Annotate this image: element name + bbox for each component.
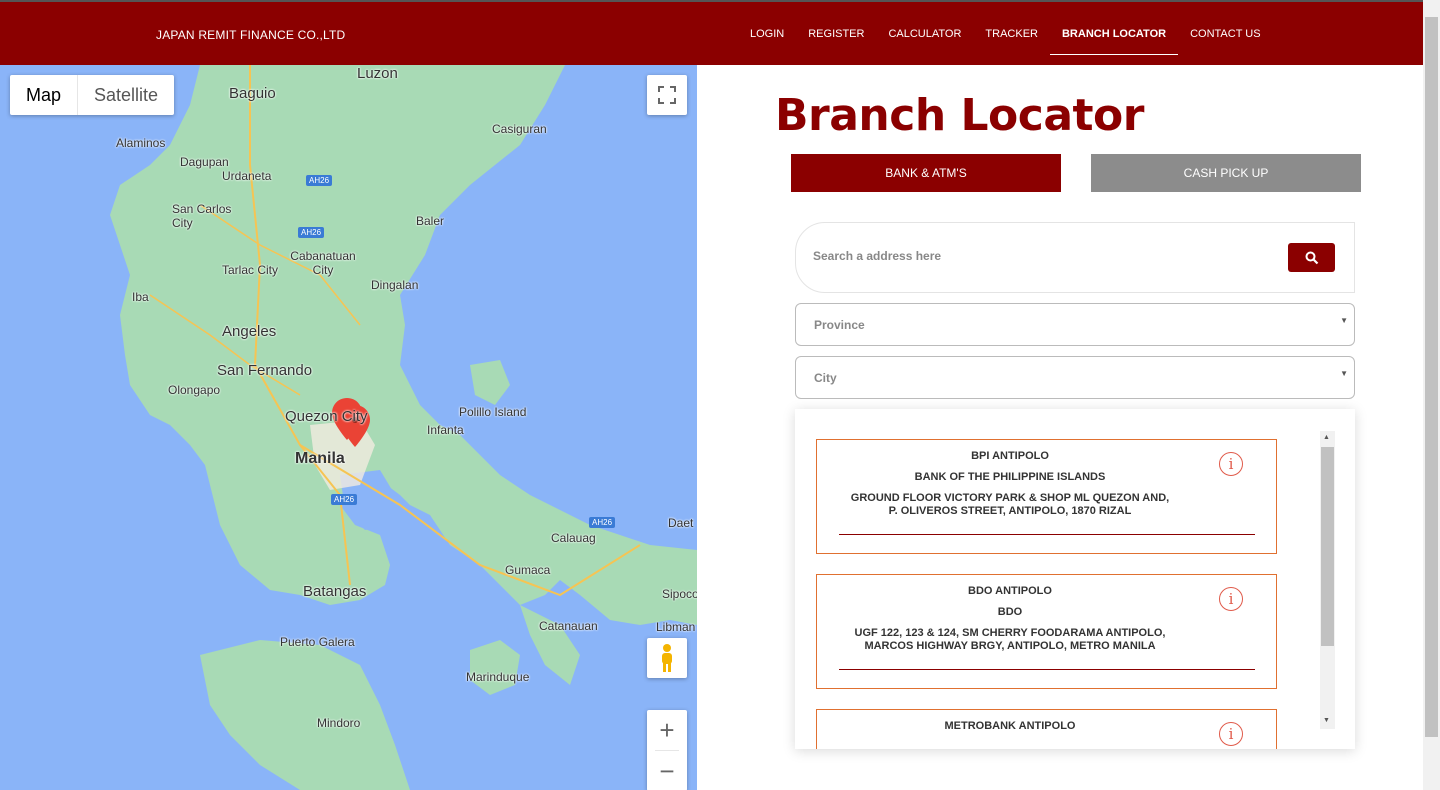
province-select[interactable]: Province ▼ bbox=[795, 303, 1355, 346]
map-label: Puerto Galera bbox=[280, 635, 355, 649]
card-divider bbox=[839, 669, 1255, 670]
branch-name: BPI ANTIPOLO bbox=[971, 450, 1049, 462]
map-label: Libman bbox=[656, 620, 696, 634]
map-label: Polillo Island bbox=[459, 405, 527, 419]
branch-card[interactable]: BDO ANTIPOLO BDO UGF 122, 123 & 124, SM … bbox=[816, 574, 1277, 689]
map-label: Mindoro bbox=[317, 716, 361, 730]
fullscreen-icon bbox=[658, 86, 676, 104]
map-label: Casiguran bbox=[492, 122, 547, 136]
city-placeholder: City bbox=[814, 370, 837, 385]
map-label: Sipoco bbox=[662, 587, 697, 601]
page-scroll-thumb[interactable] bbox=[1425, 17, 1438, 737]
map-label: Baler bbox=[416, 214, 445, 228]
search-button[interactable] bbox=[1288, 243, 1335, 272]
road-badge: AH26 bbox=[306, 175, 333, 186]
road-badge: AH26 bbox=[331, 494, 358, 505]
branch-bank: BDO bbox=[997, 606, 1023, 618]
branch-name: BDO ANTIPOLO bbox=[968, 585, 1052, 597]
nav-contact-us[interactable]: CONTACT US bbox=[1178, 2, 1273, 65]
card-divider bbox=[839, 534, 1255, 535]
road-badge: AH26 bbox=[298, 227, 325, 238]
branch-address-line2: P. OLIVEROS STREET, ANTIPOLO, 1870 RIZAL bbox=[888, 505, 1132, 517]
search-container bbox=[795, 222, 1355, 293]
zoom-control: + − bbox=[647, 710, 687, 790]
nav-register[interactable]: REGISTER bbox=[796, 2, 876, 65]
info-icon[interactable]: i bbox=[1219, 722, 1243, 746]
map-label: Angeles bbox=[222, 323, 277, 340]
pegman-icon bbox=[662, 644, 672, 672]
branch-results-list[interactable]: BPI ANTIPOLO BANK OF THE PHILIPPINE ISLA… bbox=[795, 409, 1355, 749]
map-label: Manila bbox=[295, 450, 345, 467]
nav-links: LOGIN REGISTER CALCULATOR TRACKER BRANCH… bbox=[738, 2, 1273, 65]
branch-card[interactable]: BPI ANTIPOLO BANK OF THE PHILIPPINE ISLA… bbox=[816, 439, 1277, 554]
top-navbar: JAPAN REMIT FINANCE CO.,LTD LOGIN REGIST… bbox=[0, 0, 1423, 65]
branch-name: METROBANK ANTIPOLO bbox=[944, 720, 1076, 732]
map-label: Batangas bbox=[303, 583, 367, 600]
page-scrollbar[interactable] bbox=[1423, 0, 1440, 790]
scroll-up-icon[interactable]: ▲ bbox=[1323, 434, 1330, 441]
branch-address-line2: MARCOS HIGHWAY BRGY, ANTIPOLO, METRO MAN… bbox=[864, 640, 1156, 652]
map-label: Dagupan bbox=[180, 155, 229, 169]
map-label: Infanta bbox=[427, 423, 464, 437]
zoom-in-button[interactable]: + bbox=[647, 710, 687, 750]
branch-card[interactable]: METROBANK ANTIPOLO i bbox=[816, 709, 1277, 749]
map-type-satellite[interactable]: Satellite bbox=[78, 75, 174, 115]
map-label: Alaminos bbox=[116, 136, 166, 150]
nav-calculator[interactable]: CALCULATOR bbox=[876, 2, 973, 65]
info-icon[interactable]: i bbox=[1219, 587, 1243, 611]
province-placeholder: Province bbox=[814, 317, 865, 332]
results-scroll-thumb[interactable] bbox=[1321, 447, 1334, 646]
zoom-out-button[interactable]: − bbox=[647, 751, 687, 790]
nav-branch-locator[interactable]: BRANCH LOCATOR bbox=[1049, 2, 1179, 65]
nav-tracker[interactable]: TRACKER bbox=[973, 2, 1050, 65]
map-label: Tarlac City bbox=[222, 263, 279, 277]
map-label: Urdaneta bbox=[222, 169, 272, 183]
brand-name[interactable]: JAPAN REMIT FINANCE CO.,LTD bbox=[156, 28, 345, 42]
map-label: Cabanatuan City bbox=[290, 249, 356, 277]
scroll-down-icon[interactable]: ▼ bbox=[1323, 717, 1330, 724]
map-type-control: Map Satellite bbox=[10, 75, 175, 115]
map-label: Luzon bbox=[357, 65, 398, 82]
nav-login[interactable]: LOGIN bbox=[738, 2, 796, 65]
map-label: Gumaca bbox=[505, 563, 551, 577]
fullscreen-button[interactable] bbox=[647, 75, 687, 115]
chevron-down-icon: ▼ bbox=[1340, 316, 1348, 325]
search-icon bbox=[1305, 251, 1318, 264]
branch-address-line1: UGF 122, 123 & 124, SM CHERRY FOODARAMA … bbox=[854, 627, 1166, 639]
city-select[interactable]: City ▼ bbox=[795, 356, 1355, 399]
map-label: Catanauan bbox=[539, 619, 598, 633]
map-type-map[interactable]: Map bbox=[10, 75, 79, 115]
map-label: Daet bbox=[668, 516, 694, 530]
google-map[interactable]: Luzon Baguio Casiguran Alaminos Dagupan … bbox=[0, 65, 697, 790]
chevron-down-icon: ▼ bbox=[1340, 369, 1348, 378]
branch-bank: BANK OF THE PHILIPPINE ISLANDS bbox=[914, 471, 1106, 483]
tab-cash-pick-up[interactable]: CASH PICK UP bbox=[1091, 154, 1361, 192]
map-label: Iba bbox=[132, 290, 149, 304]
branch-address-line1: GROUND FLOOR VICTORY PARK & SHOP ML QUEZ… bbox=[850, 492, 1170, 504]
info-icon[interactable]: i bbox=[1219, 452, 1243, 476]
address-search-input[interactable] bbox=[813, 249, 1273, 263]
map-label: Calauag bbox=[551, 531, 596, 545]
map-label: Olongapo bbox=[168, 383, 221, 397]
results-scrollbar[interactable]: ▲ ▼ bbox=[1320, 431, 1335, 729]
map-terrain bbox=[110, 65, 697, 790]
map-label: Quezon City bbox=[285, 408, 368, 425]
pegman-button[interactable] bbox=[647, 638, 687, 678]
map-label: San Carlos City bbox=[172, 202, 232, 230]
map-label: Marinduque bbox=[466, 670, 530, 684]
map-label: Dingalan bbox=[371, 278, 419, 292]
road-badge: AH26 bbox=[589, 517, 616, 528]
map-label: San Fernando bbox=[217, 362, 313, 379]
map-label: Baguio bbox=[229, 85, 276, 102]
tab-bank-atms[interactable]: BANK & ATM'S bbox=[791, 154, 1061, 192]
page-title: Branch Locator bbox=[775, 90, 1144, 141]
